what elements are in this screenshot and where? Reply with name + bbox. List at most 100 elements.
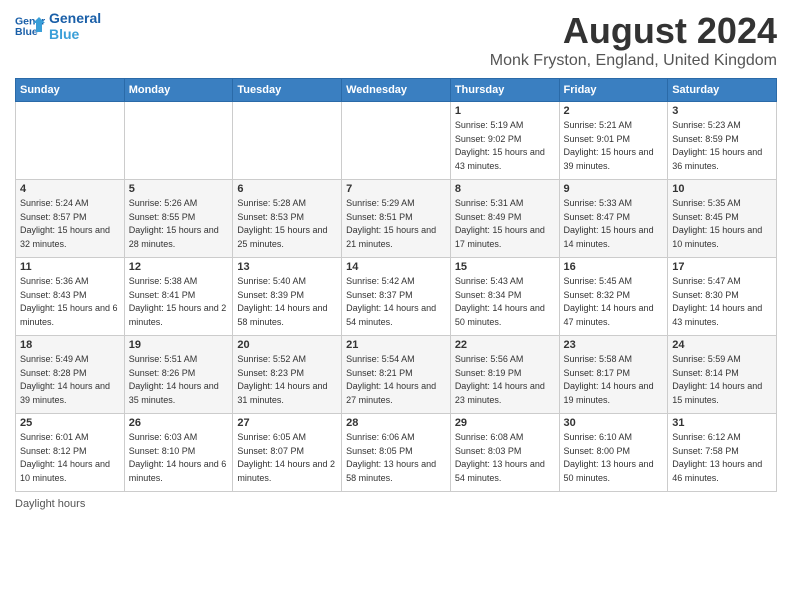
day-info: Sunrise: 5:26 AMSunset: 8:55 PMDaylight:… bbox=[129, 197, 229, 251]
day-number: 29 bbox=[455, 417, 555, 429]
day-number: 26 bbox=[129, 417, 229, 429]
day-info: Sunrise: 5:47 AMSunset: 8:30 PMDaylight:… bbox=[672, 275, 772, 329]
calendar-cell: 1Sunrise: 5:19 AMSunset: 9:02 PMDaylight… bbox=[450, 102, 559, 180]
logo: General Blue General Blue bbox=[15, 10, 101, 42]
day-info: Sunrise: 6:06 AMSunset: 8:05 PMDaylight:… bbox=[346, 431, 446, 485]
col-header-tuesday: Tuesday bbox=[233, 79, 342, 102]
day-info: Sunrise: 5:35 AMSunset: 8:45 PMDaylight:… bbox=[672, 197, 772, 251]
header: General Blue General Blue August 2024 Mo… bbox=[15, 10, 777, 70]
day-info: Sunrise: 5:19 AMSunset: 9:02 PMDaylight:… bbox=[455, 119, 555, 173]
calendar-cell: 30Sunrise: 6:10 AMSunset: 8:00 PMDayligh… bbox=[559, 414, 668, 492]
calendar-cell: 9Sunrise: 5:33 AMSunset: 8:47 PMDaylight… bbox=[559, 180, 668, 258]
calendar-table: SundayMondayTuesdayWednesdayThursdayFrid… bbox=[15, 78, 777, 492]
day-number: 31 bbox=[672, 417, 772, 429]
day-info: Sunrise: 5:28 AMSunset: 8:53 PMDaylight:… bbox=[237, 197, 337, 251]
day-info: Sunrise: 5:51 AMSunset: 8:26 PMDaylight:… bbox=[129, 353, 229, 407]
day-info: Sunrise: 5:38 AMSunset: 8:41 PMDaylight:… bbox=[129, 275, 229, 329]
calendar-cell bbox=[233, 102, 342, 180]
day-number: 16 bbox=[564, 261, 664, 273]
day-info: Sunrise: 5:33 AMSunset: 8:47 PMDaylight:… bbox=[564, 197, 664, 251]
calendar-week-2: 4 Sunrise: 5:24 AMSunset: 8:57 PMDaylight… bbox=[16, 180, 777, 258]
subtitle: Monk Fryston, England, United Kingdom bbox=[490, 52, 777, 70]
calendar-cell: 2Sunrise: 5:21 AMSunset: 9:01 PMDaylight… bbox=[559, 102, 668, 180]
calendar-cell: 7Sunrise: 5:29 AMSunset: 8:51 PMDaylight… bbox=[342, 180, 451, 258]
calendar-cell: 11 Sunrise: 5:36 AMSunset: 8:43 PMDayligh… bbox=[16, 258, 125, 336]
day-number: 10 bbox=[672, 183, 772, 195]
calendar-cell: 26Sunrise: 6:03 AMSunset: 8:10 PMDayligh… bbox=[124, 414, 233, 492]
col-header-monday: Monday bbox=[124, 79, 233, 102]
col-header-saturday: Saturday bbox=[668, 79, 777, 102]
calendar-cell: 28 Sunrise: 6:06 AMSunset: 8:05 PMDayligh… bbox=[342, 414, 451, 492]
day-number: 11 bbox=[20, 261, 120, 273]
calendar-cell: 20Sunrise: 5:52 AMSunset: 8:23 PMDayligh… bbox=[233, 336, 342, 414]
day-number: 13 bbox=[237, 261, 337, 273]
day-number: 7 bbox=[346, 183, 446, 195]
calendar-week-1: 1Sunrise: 5:19 AMSunset: 9:02 PMDaylight… bbox=[16, 102, 777, 180]
calendar-week-3: 11 Sunrise: 5:36 AMSunset: 8:43 PMDayligh… bbox=[16, 258, 777, 336]
calendar-cell: 3 Sunrise: 5:23 AMSunset: 8:59 PMDaylight… bbox=[668, 102, 777, 180]
day-number: 17 bbox=[672, 261, 772, 273]
calendar-cell: 6 Sunrise: 5:28 AMSunset: 8:53 PMDaylight… bbox=[233, 180, 342, 258]
calendar-cell: 14 Sunrise: 5:42 AMSunset: 8:37 PMDayligh… bbox=[342, 258, 451, 336]
day-info: Sunrise: 5:58 AMSunset: 8:17 PMDaylight:… bbox=[564, 353, 664, 407]
day-number: 30 bbox=[564, 417, 664, 429]
calendar-week-4: 18 Sunrise: 5:49 AMSunset: 8:28 PMDayligh… bbox=[16, 336, 777, 414]
calendar-cell bbox=[124, 102, 233, 180]
calendar-cell: 27 Sunrise: 6:05 AMSunset: 8:07 PMDayligh… bbox=[233, 414, 342, 492]
calendar-cell: 29 Sunrise: 6:08 AMSunset: 8:03 PMDayligh… bbox=[450, 414, 559, 492]
calendar-cell: 15 Sunrise: 5:43 AMSunset: 8:34 PMDayligh… bbox=[450, 258, 559, 336]
calendar-cell: 16 Sunrise: 5:45 AMSunset: 8:32 PMDayligh… bbox=[559, 258, 668, 336]
day-info: Sunrise: 5:36 AMSunset: 8:43 PMDaylight:… bbox=[20, 275, 120, 329]
day-info: Sunrise: 5:49 AMSunset: 8:28 PMDaylight:… bbox=[20, 353, 120, 407]
day-info: Sunrise: 5:54 AMSunset: 8:21 PMDaylight:… bbox=[346, 353, 446, 407]
col-header-friday: Friday bbox=[559, 79, 668, 102]
col-header-sunday: Sunday bbox=[16, 79, 125, 102]
day-number: 28 bbox=[346, 417, 446, 429]
day-info: Sunrise: 6:01 AMSunset: 8:12 PMDaylight:… bbox=[20, 431, 120, 485]
day-info: Sunrise: 5:45 AMSunset: 8:32 PMDaylight:… bbox=[564, 275, 664, 329]
day-number: 15 bbox=[455, 261, 555, 273]
day-number: 18 bbox=[20, 339, 120, 351]
day-info: Sunrise: 5:59 AMSunset: 8:14 PMDaylight:… bbox=[672, 353, 772, 407]
col-header-wednesday: Wednesday bbox=[342, 79, 451, 102]
day-number: 4 bbox=[20, 183, 120, 195]
calendar-cell: 8 Sunrise: 5:31 AMSunset: 8:49 PMDaylight… bbox=[450, 180, 559, 258]
logo-general: General bbox=[49, 10, 101, 26]
calendar-cell: 10 Sunrise: 5:35 AMSunset: 8:45 PMDayligh… bbox=[668, 180, 777, 258]
day-number: 22 bbox=[455, 339, 555, 351]
day-number: 20 bbox=[237, 339, 337, 351]
day-info: Sunrise: 5:40 AMSunset: 8:39 PMDaylight:… bbox=[237, 275, 337, 329]
calendar-cell: 5Sunrise: 5:26 AMSunset: 8:55 PMDaylight… bbox=[124, 180, 233, 258]
day-number: 8 bbox=[455, 183, 555, 195]
page-container: General Blue General Blue August 2024 Mo… bbox=[0, 0, 792, 520]
day-number: 25 bbox=[20, 417, 120, 429]
day-info: Sunrise: 5:43 AMSunset: 8:34 PMDaylight:… bbox=[455, 275, 555, 329]
calendar-cell: 22 Sunrise: 5:56 AMSunset: 8:19 PMDayligh… bbox=[450, 336, 559, 414]
day-number: 27 bbox=[237, 417, 337, 429]
day-info: Sunrise: 6:08 AMSunset: 8:03 PMDaylight:… bbox=[455, 431, 555, 485]
day-info: Sunrise: 6:05 AMSunset: 8:07 PMDaylight:… bbox=[237, 431, 337, 485]
day-info: Sunrise: 5:42 AMSunset: 8:37 PMDaylight:… bbox=[346, 275, 446, 329]
logo-blue: Blue bbox=[49, 26, 101, 42]
day-number: 21 bbox=[346, 339, 446, 351]
day-info: Sunrise: 5:24 AMSunset: 8:57 PMDaylight:… bbox=[20, 197, 120, 251]
calendar-header-row: SundayMondayTuesdayWednesdayThursdayFrid… bbox=[16, 79, 777, 102]
calendar-cell bbox=[16, 102, 125, 180]
day-number: 19 bbox=[129, 339, 229, 351]
day-info: Sunrise: 5:21 AMSunset: 9:01 PMDaylight:… bbox=[564, 119, 664, 173]
calendar-cell: 18 Sunrise: 5:49 AMSunset: 8:28 PMDayligh… bbox=[16, 336, 125, 414]
footer-daylight-label: Daylight hours bbox=[15, 498, 777, 510]
day-number: 23 bbox=[564, 339, 664, 351]
day-info: Sunrise: 5:31 AMSunset: 8:49 PMDaylight:… bbox=[455, 197, 555, 251]
day-info: Sunrise: 5:23 AMSunset: 8:59 PMDaylight:… bbox=[672, 119, 772, 173]
calendar-cell: 17 Sunrise: 5:47 AMSunset: 8:30 PMDayligh… bbox=[668, 258, 777, 336]
day-number: 14 bbox=[346, 261, 446, 273]
day-number: 6 bbox=[237, 183, 337, 195]
col-header-thursday: Thursday bbox=[450, 79, 559, 102]
calendar-cell: 24Sunrise: 5:59 AMSunset: 8:14 PMDayligh… bbox=[668, 336, 777, 414]
day-info: Sunrise: 5:56 AMSunset: 8:19 PMDaylight:… bbox=[455, 353, 555, 407]
calendar-cell: 21 Sunrise: 5:54 AMSunset: 8:21 PMDayligh… bbox=[342, 336, 451, 414]
calendar-cell: 25 Sunrise: 6:01 AMSunset: 8:12 PMDayligh… bbox=[16, 414, 125, 492]
day-number: 3 bbox=[672, 105, 772, 117]
calendar-cell: 19 Sunrise: 5:51 AMSunset: 8:26 PMDayligh… bbox=[124, 336, 233, 414]
